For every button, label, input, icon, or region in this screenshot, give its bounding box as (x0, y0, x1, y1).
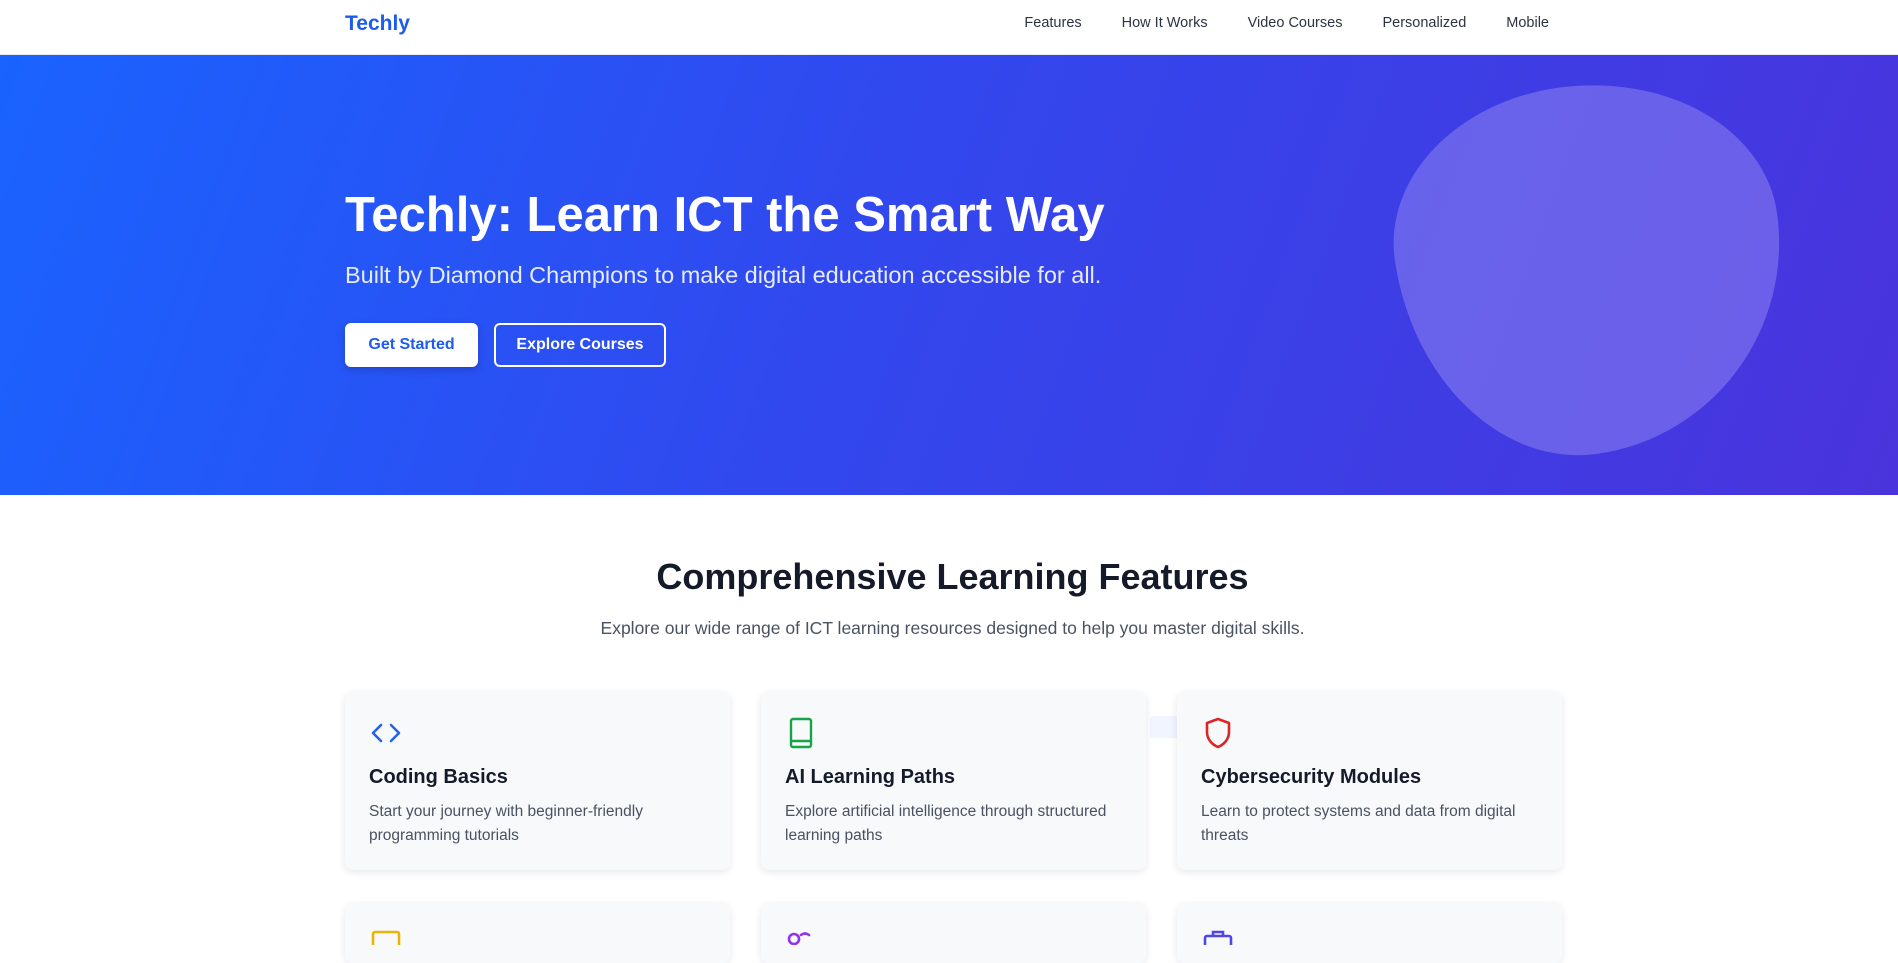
features-subtitle: Explore our wide range of ICT learning r… (600, 618, 1305, 638)
feature-card-partial-2[interactable] (761, 903, 1146, 963)
card-description: Start your journey with beginner-friendl… (369, 803, 643, 844)
card-title: Coding Basics (369, 766, 508, 788)
feature-card-partial-1[interactable] (345, 903, 730, 963)
feature-card-ai[interactable]: AI Learning Paths Explore artificial int… (761, 692, 1146, 870)
features-title: Comprehensive Learning Features (656, 556, 1249, 597)
top-navbar: Techly Features How It Works Video Cours… (0, 0, 1898, 55)
network-icon (787, 932, 811, 945)
nav-link-features[interactable]: Features (1024, 15, 1081, 31)
card-title: AI Learning Paths (785, 766, 956, 788)
code-icon (371, 723, 401, 743)
hero-decorative-blob (1374, 59, 1807, 479)
shield-icon (1205, 717, 1231, 749)
card-description: Explore artificial intelligence through … (785, 803, 1107, 844)
hero-section: Techly: Learn ICT the Smart Way Built by… (0, 55, 1898, 495)
nav-links: Features How It Works Video Courses Pers… (1024, 15, 1549, 31)
nav-link-video-courses[interactable]: Video Courses (1248, 15, 1343, 31)
get-started-button[interactable]: Get Started (345, 323, 478, 367)
hero-title: Techly: Learn ICT the Smart Way (345, 188, 1105, 242)
feature-card-partial-3[interactable] (1177, 903, 1562, 963)
card-description: Learn to protect systems and data from d… (1201, 803, 1516, 844)
feature-card-coding[interactable]: Coding Basics Start your journey with be… (345, 692, 730, 870)
hero-subtitle: Built by Diamond Champions to make digit… (345, 262, 1102, 288)
nav-link-mobile[interactable]: Mobile (1506, 15, 1549, 31)
feature-card-cybersecurity[interactable]: Cybersecurity Modules Learn to protect s… (1177, 692, 1562, 870)
monitor-icon (371, 930, 401, 945)
nav-link-how-it-works[interactable]: How It Works (1122, 15, 1208, 31)
explore-courses-button[interactable]: Explore Courses (494, 323, 666, 367)
nav-link-personalized[interactable]: Personalized (1382, 15, 1466, 31)
briefcase-icon (1203, 930, 1233, 945)
book-icon (789, 717, 813, 749)
brand-logo[interactable]: Techly (345, 12, 410, 36)
card-title: Cybersecurity Modules (1201, 766, 1422, 788)
